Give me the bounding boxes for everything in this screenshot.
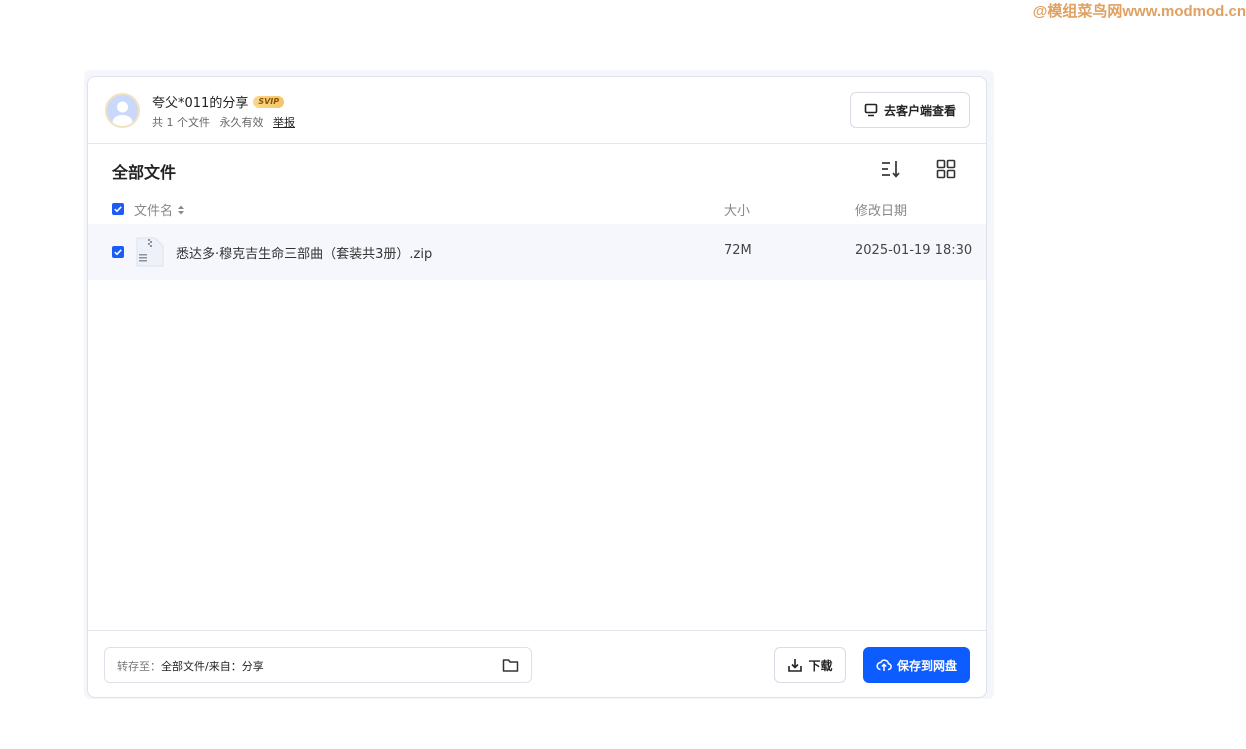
table-row[interactable]: 悉达多·穆克吉生命三部曲（套装共3册）.zip 72M 2025-01-19 1… bbox=[88, 224, 986, 280]
download-label: 下载 bbox=[808, 658, 833, 673]
column-header-date[interactable]: 修改日期 bbox=[855, 200, 907, 219]
destination-label: 转存至： bbox=[117, 660, 161, 673]
section-title: 全部文件 bbox=[112, 163, 177, 182]
share-meta: 共 1 个文件 永久有效 举报 bbox=[152, 114, 301, 130]
cloud-upload-icon bbox=[876, 659, 892, 671]
row-checkbox[interactable] bbox=[112, 246, 124, 258]
save-destination-picker[interactable]: 转存至：全部文件/来自：分享 bbox=[104, 647, 532, 683]
column-header-name[interactable]: 文件名 bbox=[134, 200, 186, 219]
footer-bar: 转存至：全部文件/来自：分享 下载 保存到网盘 bbox=[88, 630, 986, 697]
watermark-text: @模组菜鸟网www.modmod.cn bbox=[1032, 3, 1246, 18]
folder-icon[interactable] bbox=[502, 657, 519, 673]
zip-file-icon bbox=[135, 236, 165, 268]
svip-badge: SVIP bbox=[253, 95, 285, 108]
download-icon bbox=[788, 659, 803, 672]
user-avatar-icon bbox=[107, 95, 138, 126]
file-modified-date: 2025-01-19 18:30 bbox=[855, 243, 973, 258]
sort-icon[interactable] bbox=[880, 158, 902, 180]
destination-text: 转存至：全部文件/来自：分享 bbox=[117, 658, 264, 674]
file-name[interactable]: 悉达多·穆克吉生命三部曲（套装共3册）.zip bbox=[176, 243, 432, 262]
avatar bbox=[105, 93, 140, 128]
column-name-label: 文件名 bbox=[134, 204, 174, 219]
destination-value: 全部文件/来自：分享 bbox=[161, 660, 264, 673]
share-title: 夸父*011的分享 SVIP bbox=[152, 92, 285, 111]
table-header: 文件名 大小 修改日期 bbox=[88, 193, 986, 223]
monitor-icon bbox=[864, 103, 878, 117]
share-header: 夸父*011的分享 SVIP 共 1 个文件 永久有效 举报 去客户端查看 bbox=[88, 77, 986, 144]
select-all-checkbox[interactable] bbox=[112, 203, 124, 215]
report-link[interactable]: 举报 bbox=[273, 116, 295, 129]
file-size: 72M bbox=[724, 243, 752, 258]
file-count-text: 共 1 个文件 bbox=[152, 116, 210, 129]
sort-arrows-icon bbox=[178, 205, 185, 214]
grid-view-icon[interactable] bbox=[935, 158, 957, 180]
open-in-client-button[interactable]: 去客户端查看 bbox=[850, 92, 970, 128]
save-to-cloud-button[interactable]: 保存到网盘 bbox=[863, 647, 970, 683]
column-header-size[interactable]: 大小 bbox=[724, 200, 750, 219]
share-card: 夸父*011的分享 SVIP 共 1 个文件 永久有效 举报 去客户端查看 全部… bbox=[87, 76, 987, 698]
check-icon bbox=[114, 206, 122, 213]
open-in-client-label: 去客户端查看 bbox=[883, 103, 956, 118]
share-owner-name: 夸父*011的分享 bbox=[152, 96, 249, 111]
validity-text: 永久有效 bbox=[219, 116, 264, 129]
save-to-cloud-label: 保存到网盘 bbox=[896, 658, 957, 673]
download-button[interactable]: 下载 bbox=[774, 647, 846, 683]
check-icon bbox=[114, 249, 122, 256]
